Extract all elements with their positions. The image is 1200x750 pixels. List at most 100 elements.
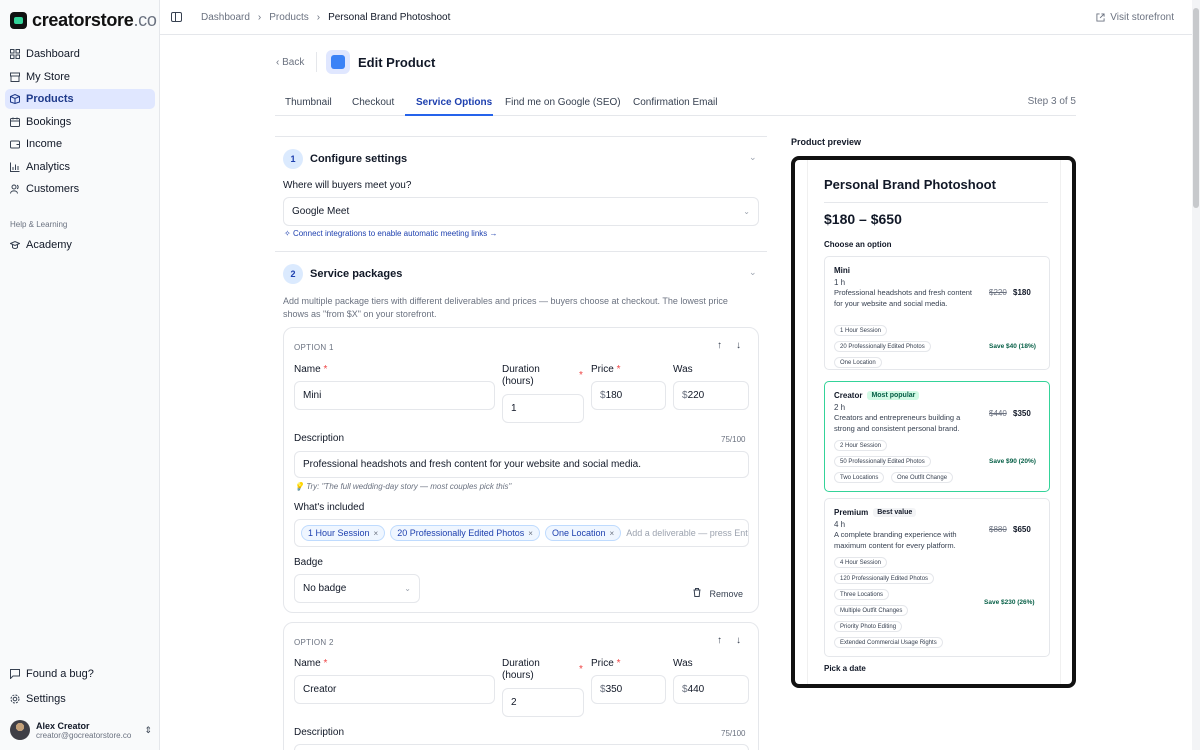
user-email: creator@gocreatorstore.co — [36, 730, 132, 740]
meeting-question: Where will buyers meet you? — [283, 180, 412, 191]
preview-deliverable: 4 Hour Session — [834, 557, 888, 568]
sidebar-item-label: Income — [26, 138, 63, 150]
breadcrumb-dashboard[interactable]: Dashboard — [201, 12, 250, 23]
sidebar-item-dashboard[interactable]: Dashboard — [5, 44, 155, 64]
section-number: 1 — [283, 149, 303, 169]
badge-value: No badge — [303, 583, 347, 594]
breadcrumb: Dashboard › Products › Personal Brand Ph… — [201, 12, 450, 23]
tab-checkout[interactable]: Checkout — [352, 97, 394, 108]
deliverable-chip[interactable]: 20 Professionally Edited Photos × — [390, 525, 540, 541]
found-bug-link[interactable]: Found a bug? — [5, 664, 155, 684]
remove-label: Remove — [709, 589, 744, 599]
preview-save: Save $90 (20%) — [989, 458, 1036, 465]
sidebar: creatorstore.co Dashboard My Store Produ… — [0, 0, 160, 750]
tab-confirmation-email[interactable]: Confirmation Email — [633, 97, 717, 108]
preview-was-price: $880 — [989, 525, 1007, 534]
tab-service-options[interactable]: Service Options — [416, 97, 492, 108]
chart-icon — [10, 162, 20, 172]
connect-integrations-link[interactable]: ✧ Connect integrations to enable automat… — [284, 229, 498, 238]
arrow-down-icon[interactable]: ↓ — [736, 635, 741, 646]
option-name-input[interactable]: Creator — [294, 675, 495, 704]
preview-option-card[interactable]: Creator Most popular 2 h Creators and ent… — [824, 381, 1050, 492]
sidebar-toggle-icon[interactable] — [171, 12, 182, 22]
breadcrumb-products[interactable]: Products — [269, 12, 308, 23]
section-divider — [275, 251, 767, 252]
option-description-input[interactable]: Professional headshots and fresh content… — [294, 451, 749, 478]
name-label: Name * — [294, 658, 328, 669]
arrow-up-icon[interactable]: ↑ — [717, 340, 722, 351]
sidebar-item-label: My Store — [26, 70, 71, 83]
page-title: Edit Product — [358, 55, 436, 70]
lightbulb-icon: 💡 — [294, 482, 307, 491]
preview-option-card[interactable]: Mini 1 h Professional headshots and fres… — [824, 256, 1050, 370]
arrow-up-icon[interactable]: ↑ — [717, 635, 722, 646]
deliverable-placeholder[interactable]: Add a deliverable — press Enter — [626, 528, 748, 538]
badge-select[interactable]: No badge ⌄ — [294, 574, 420, 603]
meeting-location-value: Google Meet — [292, 206, 350, 217]
section-title: Configure settings — [310, 153, 408, 165]
remove-option-button[interactable]: Remove — [693, 588, 743, 599]
preview-deliverable: Priority Photo Editing — [834, 621, 903, 632]
preview-option-duration: 4 h — [834, 520, 846, 529]
option-duration-input[interactable]: 1 — [502, 394, 584, 423]
option-card: OPTION 2 ↑ ↓ Name * Creator Duration (ho… — [283, 622, 759, 750]
preview-deliverable: 120 Professionally Edited Photos — [834, 573, 935, 584]
preview-option-desc: A complete branding experience with maxi… — [834, 530, 957, 550]
sidebar-item-my-store[interactable]: My Store — [5, 67, 155, 87]
visit-storefront-link[interactable]: Visit storefront — [1096, 12, 1174, 23]
page-scrollbar[interactable] — [1192, 0, 1200, 750]
user-menu[interactable]: Alex Creator creator@gocreatorstore.co ⇕ — [10, 720, 152, 740]
deliverable-chip[interactable]: 1 Hour Session × — [301, 525, 386, 541]
section-number: 2 — [283, 264, 303, 284]
option-was-input[interactable]: $220 — [673, 381, 749, 410]
breadcrumb-current: Personal Brand Photoshoot — [328, 12, 451, 23]
option-description-input[interactable] — [294, 744, 749, 750]
option-price-input[interactable]: $180 — [591, 381, 666, 410]
chevron-down-icon[interactable]: ⌄ — [749, 152, 757, 163]
option-duration-input[interactable]: 2 — [502, 688, 584, 717]
scrollbar-thumb[interactable] — [1193, 8, 1199, 208]
option-was-input[interactable]: $440 — [673, 675, 749, 704]
divider — [316, 52, 317, 72]
preview-deliverable: One Location — [834, 357, 882, 368]
sidebar-item-income[interactable]: Income — [5, 134, 155, 154]
chevron-down-icon[interactable]: ⌄ — [749, 267, 757, 278]
option-price-input[interactable]: $350 — [591, 675, 666, 704]
deliverables-input[interactable]: 1 Hour Session × 20 Professionally Edited… — [294, 519, 749, 547]
settings-link[interactable]: Settings — [5, 689, 155, 709]
description-tip: 💡 Try: "The full wedding-day story — mos… — [294, 482, 512, 491]
preview-option-desc: Creators and entrepreneurs building a st… — [834, 413, 961, 433]
deliverable-chip[interactable]: One Location × — [544, 525, 622, 541]
price-value: 180 — [605, 390, 623, 401]
sidebar-item-bookings[interactable]: Bookings — [5, 112, 155, 132]
help-section-label: Help & Learning — [10, 220, 68, 229]
tab-thumbnail[interactable]: Thumbnail — [285, 97, 332, 108]
sidebar-item-products[interactable]: Products — [5, 89, 155, 109]
user-name: Alex Creator — [36, 720, 90, 731]
option-name-input[interactable]: Mini — [294, 381, 495, 410]
preview-option-name: Mini — [834, 266, 850, 275]
preview-deliverable: 2 Hour Session — [834, 440, 888, 451]
sidebar-item-label: Settings — [26, 693, 66, 705]
wallet-icon — [10, 140, 20, 149]
logo[interactable]: creatorstore.co — [10, 10, 157, 31]
preview-option-card[interactable]: Premium Best value 4 h A complete brandin… — [824, 498, 1050, 657]
calendar-icon — [10, 117, 20, 127]
meeting-location-select[interactable]: Google Meet ⌄ — [283, 197, 759, 226]
back-button[interactable]: ‹ Back — [276, 57, 304, 68]
sidebar-item-academy[interactable]: Academy — [5, 235, 155, 255]
sidebar-item-analytics[interactable]: Analytics — [5, 157, 155, 177]
preview-option-name: Creator — [834, 391, 863, 400]
close-icon[interactable]: × — [374, 529, 379, 538]
chevron-down-icon: ⌄ — [404, 584, 411, 593]
close-icon[interactable]: × — [610, 529, 615, 538]
close-icon[interactable]: × — [528, 529, 533, 538]
preview-price: $180 — [1013, 288, 1031, 297]
sidebar-item-customers[interactable]: Customers — [5, 179, 155, 199]
arrow-down-icon[interactable]: ↓ — [736, 340, 741, 351]
sidebar-item-label: Bookings — [26, 115, 72, 128]
preview-deliverable: 1 Hour Session — [834, 325, 888, 336]
choose-option-label: Choose an option — [824, 240, 892, 249]
preview-deliverable: Two Locations — [834, 472, 885, 483]
tab-seo[interactable]: Find me on Google (SEO) — [505, 97, 621, 108]
